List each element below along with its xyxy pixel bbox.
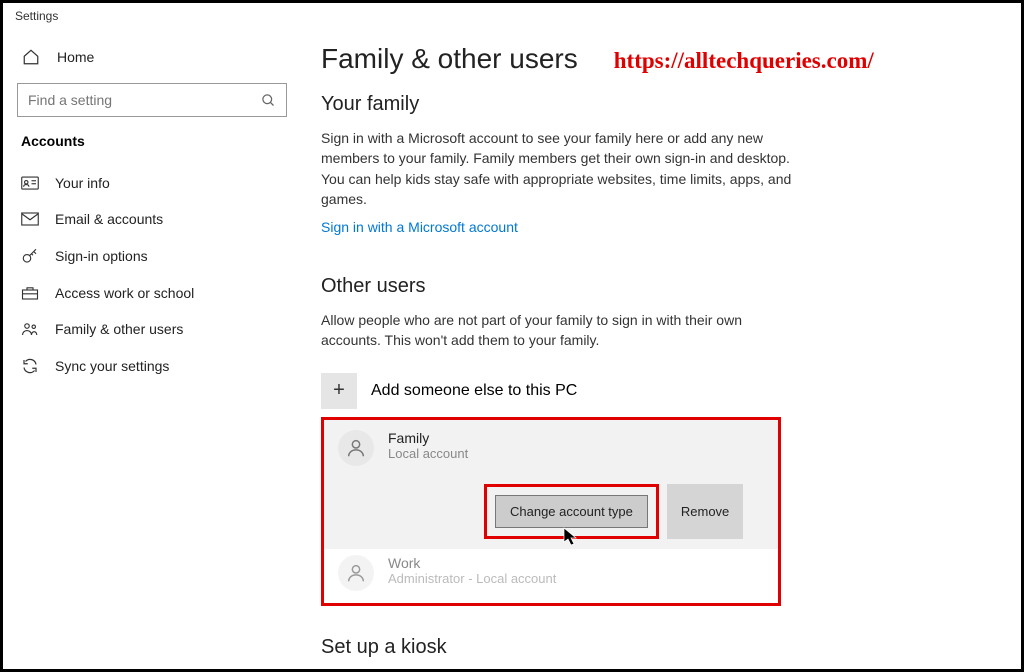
highlight-box-outer: Family Local account Change account type… [321, 417, 781, 606]
add-user-row[interactable]: + Add someone else to this PC [321, 373, 981, 409]
kiosk-section-title: Set up a kiosk [321, 636, 981, 659]
sidebar-item-label: Your info [55, 175, 110, 191]
sync-icon [21, 357, 39, 375]
sidebar: Home Accounts Your info [3, 25, 293, 669]
sidebar-item-email[interactable]: Email & accounts [17, 201, 283, 237]
user-card-icon [21, 175, 39, 191]
sidebar-item-label: Sync your settings [55, 358, 169, 374]
highlight-box-inner: Change account type [484, 484, 659, 539]
avatar-icon [338, 555, 374, 591]
remove-button[interactable]: Remove [667, 484, 743, 539]
sidebar-item-work[interactable]: Access work or school [17, 275, 283, 311]
search-box[interactable] [17, 83, 287, 117]
search-icon [261, 93, 276, 108]
family-section-title: Your family [321, 93, 981, 116]
watermark-url: https://alltechqueries.com/ [614, 48, 874, 74]
add-user-label: Add someone else to this PC [371, 382, 577, 400]
change-account-type-button[interactable]: Change account type [495, 495, 648, 528]
user-name: Work [388, 555, 556, 571]
window-title: Settings [3, 3, 1021, 25]
sidebar-item-label: Sign-in options [55, 248, 148, 264]
cursor-icon [563, 527, 579, 547]
other-users-desc: Allow people who are not part of your fa… [321, 310, 801, 351]
sidebar-category: Accounts [21, 133, 283, 149]
search-input[interactable] [28, 92, 248, 108]
plus-icon[interactable]: + [321, 373, 357, 409]
avatar-icon [338, 430, 374, 466]
sidebar-item-label: Email & accounts [55, 211, 163, 227]
user-actions: Change account type Remove [324, 474, 778, 549]
briefcase-icon [21, 285, 39, 301]
key-icon [21, 247, 39, 265]
user-entry-family[interactable]: Family Local account [324, 420, 778, 474]
main-panel: Family & other users https://alltechquer… [293, 25, 1021, 669]
other-users-title: Other users [321, 275, 981, 298]
user-entry-work[interactable]: Work Administrator - Local account [324, 549, 778, 591]
user-subtitle: Local account [388, 446, 468, 461]
page-title: Family & other users [321, 43, 578, 75]
sidebar-item-label: Access work or school [55, 285, 194, 301]
sidebar-item-signin[interactable]: Sign-in options [17, 237, 283, 275]
user-subtitle: Administrator - Local account [388, 571, 556, 586]
sidebar-item-family[interactable]: Family & other users [17, 311, 283, 347]
sidebar-item-label: Family & other users [55, 321, 183, 337]
home-icon [21, 47, 41, 67]
user-name: Family [388, 430, 468, 446]
sidebar-item-your-info[interactable]: Your info [17, 165, 283, 201]
sidebar-item-sync[interactable]: Sync your settings [17, 347, 283, 385]
people-icon [21, 321, 39, 337]
family-section-desc: Sign in with a Microsoft account to see … [321, 128, 801, 209]
signin-ms-link[interactable]: Sign in with a Microsoft account [321, 219, 518, 235]
home-label: Home [57, 49, 94, 65]
mail-icon [21, 212, 39, 226]
home-nav[interactable]: Home [17, 39, 283, 75]
